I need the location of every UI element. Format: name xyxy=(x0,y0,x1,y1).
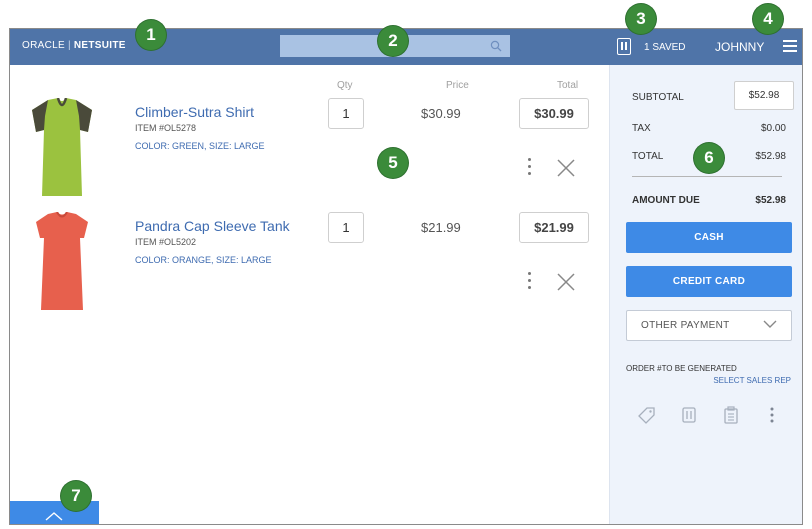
column-header-qty: Qty xyxy=(337,80,353,91)
remove-item-icon[interactable] xyxy=(556,272,576,292)
order-summary-panel: SUBTOTAL $52.98 TAX $0.00 TOTAL $52.98 A… xyxy=(609,65,802,524)
subtotal-value[interactable]: $52.98 xyxy=(734,81,794,110)
oracle-netsuite-logo: ORACLE | NETSUITE xyxy=(22,40,126,51)
product-name-link[interactable]: Pandra Cap Sleeve Tank xyxy=(135,218,290,234)
credit-card-button[interactable]: CREDIT CARD xyxy=(626,266,792,297)
callout-badge: 4 xyxy=(753,4,783,34)
other-payment-dropdown[interactable]: OTHER PAYMENT xyxy=(626,310,792,341)
cash-button[interactable]: CASH xyxy=(626,222,792,253)
shirt-product-image xyxy=(32,98,92,196)
callout-badge: 3 xyxy=(626,4,656,34)
product-sku: ITEM #OL5202 xyxy=(135,237,197,247)
cart-line-item: Pandra Cap Sleeve Tank ITEM #OL5202 COLO… xyxy=(10,212,610,326)
user-name[interactable]: JOHNNY xyxy=(715,40,764,54)
more-options-icon[interactable] xyxy=(528,272,532,290)
product-sku: ITEM #OL5278 xyxy=(135,123,197,133)
callout-badge: 5 xyxy=(378,148,408,178)
callout-badge: 2 xyxy=(378,26,408,56)
product-attributes: COLOR: GREEN, SIZE: LARGE xyxy=(135,141,265,151)
column-header-price: Price xyxy=(446,80,469,91)
order-number: ORDER #TO BE GENERATED xyxy=(626,364,737,373)
total-value: $52.98 xyxy=(755,151,786,162)
callout-badge: 6 xyxy=(694,143,724,173)
select-sales-rep-link[interactable]: SELECT SALES REP xyxy=(713,376,791,385)
amount-due-value: $52.98 xyxy=(755,195,786,206)
chevron-down-icon xyxy=(763,320,777,328)
saved-count[interactable]: 1 SAVED xyxy=(644,42,686,53)
search-icon[interactable] xyxy=(490,40,502,52)
more-options-icon[interactable] xyxy=(528,158,532,176)
callout-badge: 7 xyxy=(61,481,91,511)
quantity-field[interactable]: 1 xyxy=(328,98,364,129)
unit-price: $21.99 xyxy=(421,220,461,235)
pos-app: ORACLE | NETSUITE 1 SAVED JOHNNY Qty Price… xyxy=(9,28,803,525)
line-total[interactable]: $30.99 xyxy=(519,98,589,129)
tax-label: TAX xyxy=(632,123,651,134)
park-cart-icon[interactable] xyxy=(680,406,698,424)
other-payment-label: OTHER PAYMENT xyxy=(641,320,730,331)
total-label: TOTAL xyxy=(632,151,664,162)
remove-item-icon[interactable] xyxy=(556,158,576,178)
tag-icon[interactable] xyxy=(638,406,656,424)
logo-oracle: ORACLE xyxy=(22,40,65,51)
callout-badge: 1 xyxy=(136,20,166,50)
tax-value: $0.00 xyxy=(760,123,786,134)
saved-carts-icon[interactable] xyxy=(617,38,631,55)
cart-line-item: Climber-Sutra Shirt ITEM #OL5278 COLOR: … xyxy=(10,98,610,212)
clipboard-icon[interactable] xyxy=(722,406,740,424)
subtotal-label: SUBTOTAL xyxy=(632,92,684,103)
amount-due-label: AMOUNT DUE xyxy=(632,195,700,206)
line-total[interactable]: $21.99 xyxy=(519,212,589,243)
more-actions-icon[interactable] xyxy=(763,406,781,424)
tank-product-image xyxy=(36,212,88,310)
column-header-total: Total xyxy=(557,80,579,91)
product-attributes: COLOR: ORANGE, SIZE: LARGE xyxy=(135,255,272,265)
hamburger-menu-icon[interactable] xyxy=(783,40,797,53)
unit-price: $30.99 xyxy=(421,106,461,121)
summary-divider xyxy=(632,176,782,177)
chevron-up-icon xyxy=(45,512,63,521)
quantity-field[interactable]: 1 xyxy=(328,212,364,243)
product-name-link[interactable]: Climber-Sutra Shirt xyxy=(135,104,254,120)
logo-netsuite: NETSUITE xyxy=(73,40,126,51)
